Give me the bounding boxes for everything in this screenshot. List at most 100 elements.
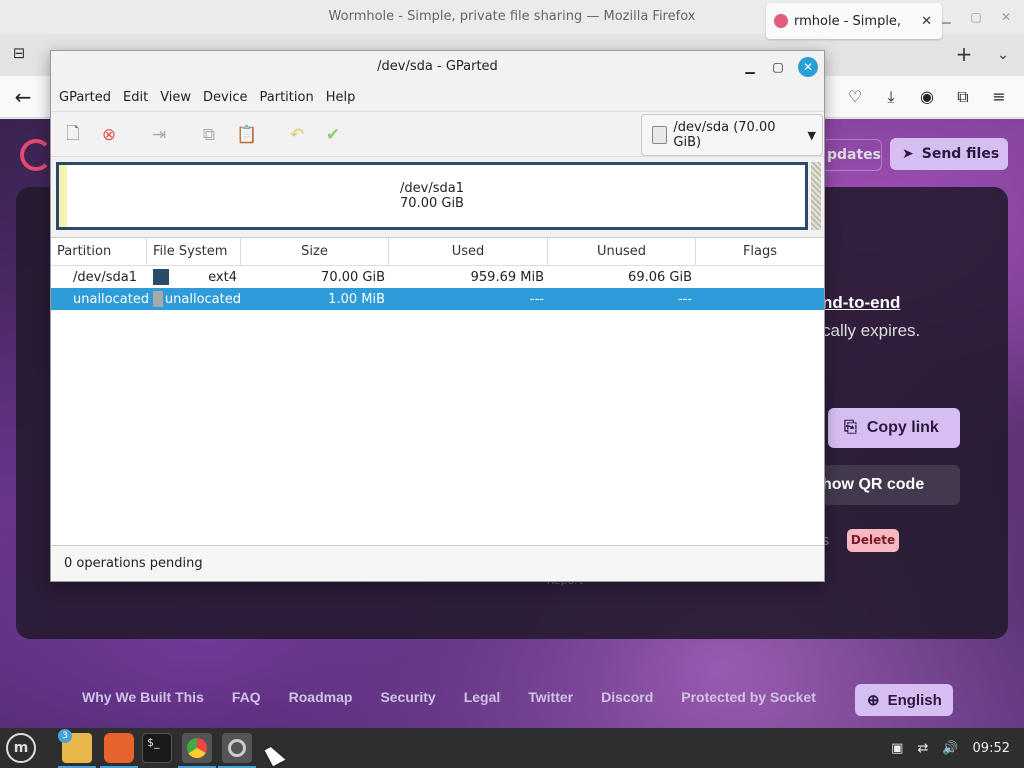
downloads-icon[interactable]: ⤓ — [878, 84, 904, 110]
table-header: Partition File System Size Used Unused F… — [51, 238, 824, 266]
window-controls: ▁ ▢ ✕ — [936, 0, 1016, 34]
volume-icon[interactable]: 🔊 — [942, 741, 958, 756]
footer-link-security[interactable]: Security — [380, 689, 435, 705]
disk-icon — [228, 739, 246, 757]
device-label: /dev/sda (70.00 GiB) — [673, 120, 776, 150]
tab-menu-chevron-icon[interactable]: ⌄ — [990, 42, 1016, 68]
gparted-title: /dev/sda - GParted — [377, 59, 498, 74]
language-button[interactable]: ⊕ English — [855, 684, 953, 716]
gparted-window: /dev/sda - GParted ▁ ▢ ✕ GParted Edit Vi… — [50, 50, 825, 582]
menu-help[interactable]: Help — [320, 90, 362, 105]
close-tab-icon[interactable]: ✕ — [921, 14, 932, 29]
language-label: English — [887, 691, 942, 709]
pocket-icon[interactable]: ♡ — [842, 84, 868, 110]
resize-move-icon[interactable]: ⇥ — [145, 121, 173, 149]
fs-color-swatch — [153, 269, 169, 285]
menu-device[interactable]: Device — [197, 90, 253, 105]
partition-map: /dev/sda1 70.00 GiB — [56, 162, 821, 230]
cell-size: 70.00 GiB — [321, 269, 385, 285]
cell-filesystem: unallocated — [147, 291, 241, 307]
paste-icon[interactable]: 📋 — [233, 121, 261, 149]
show-qr-code-button[interactable]: how QR code — [818, 465, 960, 505]
maximize-icon[interactable]: ▢ — [768, 57, 788, 77]
delete-button[interactable]: Delete — [847, 529, 899, 552]
footer-link-twitter[interactable]: Twitter — [528, 689, 573, 705]
partition-map-unallocated[interactable] — [811, 162, 821, 230]
footer-link-roadmap[interactable]: Roadmap — [289, 689, 353, 705]
wormhole-logo-icon[interactable] — [20, 139, 52, 171]
footer-link-socket[interactable]: Protected by Socket — [681, 689, 816, 705]
copy-icon: ⎘ — [844, 419, 857, 436]
wormhole-favicon-icon — [774, 14, 788, 28]
taskbar: m 3 $_ ▣ ⇄ 🔊 09:52 — [0, 728, 1024, 768]
close-icon[interactable]: ✕ — [996, 0, 1016, 34]
fs-color-swatch — [153, 291, 163, 307]
map-partition-name: /dev/sda1 — [400, 181, 464, 196]
maximize-icon[interactable]: ▢ — [966, 0, 986, 34]
system-tray: ▣ ⇄ 🔊 09:52 — [891, 728, 1010, 768]
fs-label: ext4 — [208, 269, 237, 285]
column-flags[interactable]: Flags — [696, 238, 824, 265]
device-selector[interactable]: /dev/sda (70.00 GiB) ▼ — [641, 114, 823, 156]
footer-link-legal[interactable]: Legal — [464, 689, 501, 705]
footer-links: Why We Built This FAQ Roadmap Security L… — [82, 689, 816, 705]
copy-link-button[interactable]: ⎘ Copy link — [828, 408, 960, 448]
footer-link-why[interactable]: Why We Built This — [82, 689, 204, 705]
menu-partition[interactable]: Partition — [254, 90, 320, 105]
cell-size: 1.00 MiB — [328, 291, 385, 307]
menu-edit[interactable]: Edit — [117, 90, 154, 105]
gparted-menubar: GParted Edit View Device Partition Help — [51, 83, 824, 111]
close-icon[interactable]: ✕ — [798, 57, 818, 77]
extensions-icon[interactable]: ⧉ — [950, 84, 976, 110]
chrome-icon[interactable] — [182, 733, 212, 763]
terminal-icon[interactable]: $_ — [142, 733, 172, 763]
partition-table: Partition File System Size Used Unused F… — [51, 237, 824, 545]
column-partition[interactable]: Partition — [51, 238, 147, 265]
chevron-down-icon: ▼ — [807, 128, 816, 142]
undo-icon[interactable]: ↶ — [283, 121, 311, 149]
list-all-tabs-icon[interactable]: ⊟ — [6, 44, 32, 66]
tab-wormhole[interactable]: rmhole - Simple, ✕ — [766, 3, 942, 39]
column-used[interactable]: Used — [389, 238, 548, 265]
send-files-button[interactable]: ➤ Send files — [890, 138, 1008, 170]
gparted-taskbar-icon[interactable] — [222, 733, 252, 763]
clipboard-icon[interactable]: ▣ — [891, 741, 903, 756]
new-partition-icon[interactable]: 🗋 — [59, 121, 87, 149]
map-partition-size: 70.00 GiB — [400, 196, 464, 211]
account-icon[interactable]: ◉ — [914, 84, 940, 110]
status-bar: 0 operations pending — [51, 545, 824, 581]
copy-icon[interactable]: ⧉ — [195, 121, 223, 149]
updates-button[interactable]: pdates — [822, 139, 882, 171]
clock[interactable]: 09:52 — [973, 741, 1010, 756]
toolbar-icons: ♡ ⤓ ◉ ⧉ ≡ — [842, 84, 1012, 110]
copy-link-label: Copy link — [866, 419, 939, 436]
partition-map-sda1[interactable]: /dev/sda1 70.00 GiB — [56, 162, 808, 230]
firefox-icon[interactable] — [104, 733, 134, 763]
minimize-icon[interactable]: ▁ — [740, 57, 760, 77]
column-size[interactable]: Size — [241, 238, 389, 265]
encryption-headline[interactable]: nd-to-end — [822, 293, 900, 313]
network-icon[interactable]: ⇄ — [917, 741, 928, 756]
new-tab-button[interactable]: + — [950, 42, 978, 68]
cell-unused: --- — [677, 291, 692, 307]
window-title: Wormhole - Simple, private file sharing … — [328, 9, 696, 24]
mint-menu-icon[interactable]: m — [6, 733, 36, 763]
column-filesystem[interactable]: File System — [147, 238, 241, 265]
globe-icon: ⊕ — [867, 692, 880, 709]
gparted-titlebar: /dev/sda - GParted ▁ ▢ ✕ — [51, 51, 824, 83]
menu-gparted[interactable]: GParted — [53, 90, 117, 105]
gparted-toolbar: 🗋 ⊗ ⇥ ⧉ 📋 ↶ ✔ /dev/sda (70.00 GiB) ▼ — [51, 111, 824, 157]
delete-partition-icon[interactable]: ⊗ — [95, 121, 123, 149]
table-row[interactable]: unallocated unallocated 1.00 MiB --- --- — [51, 288, 824, 310]
column-unused[interactable]: Unused — [548, 238, 696, 265]
menu-icon[interactable]: ≡ — [986, 84, 1012, 110]
footer-link-discord[interactable]: Discord — [601, 689, 653, 705]
tab-label: rmhole - Simple, — [794, 13, 902, 29]
back-button[interactable]: ← — [10, 84, 36, 110]
table-row[interactable]: /dev/sda1 ext4 70.00 GiB 959.69 MiB 69.0… — [51, 266, 824, 288]
files-icon[interactable]: 3 — [58, 729, 92, 763]
cell-used: 959.69 MiB — [470, 269, 544, 285]
footer-link-faq[interactable]: FAQ — [232, 689, 261, 705]
menu-view[interactable]: View — [154, 90, 197, 105]
apply-icon[interactable]: ✔ — [319, 121, 347, 149]
